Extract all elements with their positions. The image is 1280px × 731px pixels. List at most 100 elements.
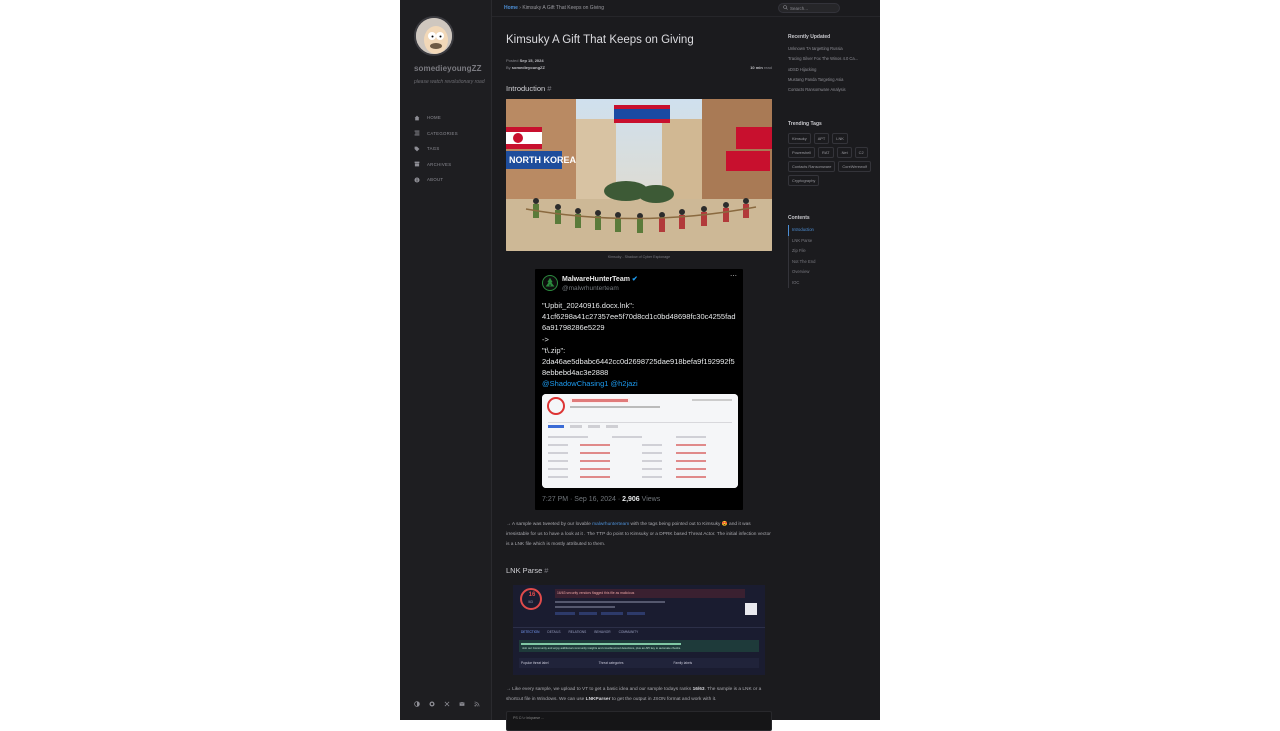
- heading-text: LNK Parse: [506, 566, 543, 575]
- section-heading-introduction: Introduction #: [506, 84, 772, 93]
- tag-chip[interactable]: Contacts Ransomware: [788, 161, 836, 172]
- breadcrumb: Home › Kimsuky A Gift That Keeps on Givi…: [504, 5, 604, 11]
- sidebar-item-home[interactable]: HOME: [412, 110, 488, 126]
- tweet-line: ->: [542, 334, 549, 344]
- more-options-icon[interactable]: ⋯: [730, 272, 737, 280]
- toc-item-overview[interactable]: Overview: [789, 267, 876, 278]
- avatar[interactable]: [414, 16, 454, 56]
- tag-chip[interactable]: C2: [854, 147, 868, 158]
- read-time-label: read: [763, 65, 772, 70]
- tab-community[interactable]: COMMUNITY: [619, 630, 639, 634]
- sidebar-item-tags[interactable]: TAGS: [412, 141, 488, 157]
- tag-chip[interactable]: Cryptography: [788, 175, 820, 186]
- anchor-link[interactable]: #: [547, 84, 551, 93]
- paragraph-text: to get the output in JSON format and wor…: [611, 697, 717, 702]
- sidebar-nav: HOME CATEGORIES TAGS ARCHIVES ABOUT: [412, 110, 488, 188]
- recent-post-link[interactable]: Contacts Ransomware Analysis: [788, 87, 876, 97]
- tag-chip[interactable]: LNK: [832, 133, 848, 144]
- toc-item-ioc[interactable]: IOC: [789, 278, 876, 289]
- vt-summary-row: Popular threat label Threat categories F…: [521, 661, 692, 665]
- email-icon[interactable]: [457, 699, 466, 708]
- vt-banner: 16/63 security vendors flagged this file…: [557, 590, 635, 595]
- tag-list: Kimsuky APT LNK Powershell RAT .Net C2 C…: [788, 133, 876, 186]
- post-content: Kimsuky A Gift That Keeps on Giving Post…: [506, 28, 772, 731]
- posted-date: Sep 15, 2024: [519, 58, 544, 63]
- tweet-attached-screenshot[interactable]: [542, 394, 738, 488]
- code-block[interactable]: PS C:\> lnkparse ...: [506, 711, 772, 731]
- posted-label: Posted: [506, 58, 519, 63]
- vt-label-categories: Threat categories: [598, 661, 624, 665]
- theme-toggle-icon[interactable]: [412, 699, 421, 708]
- rss-icon[interactable]: [472, 699, 481, 708]
- panel-heading: Recently Updated: [788, 34, 831, 40]
- recent-post-link[interactable]: Tracing Silver Fox The Winos 4.0 Ca...: [788, 56, 876, 66]
- tab-behavior[interactable]: BEHAVIOR: [594, 630, 610, 634]
- tweet-embed[interactable]: MalwareHunterTeam ✔ @malwrhunterteam ⋯ "…: [535, 269, 743, 510]
- author-line: By somedieyoungZZ: [506, 65, 545, 70]
- toc-item-not-the-end[interactable]: Not The End: [789, 257, 876, 268]
- sidebar-item-archives[interactable]: ARCHIVES: [412, 157, 488, 173]
- panel-heading: Trending Tags: [788, 121, 822, 127]
- malwrhunterteam-link[interactable]: malwrhunterteam: [592, 522, 629, 527]
- tag-chip[interactable]: CoreWerewolf: [838, 161, 871, 172]
- archive-icon: [412, 161, 422, 167]
- vt-community-note: Join our Community and enjoy additional …: [522, 646, 681, 650]
- tag-chip[interactable]: RAT: [818, 147, 834, 158]
- recent-post-link[interactable]: Unknown TA targetting Russia: [788, 46, 876, 56]
- search-placeholder: Search...: [790, 5, 809, 11]
- paragraph: → Like every sample, we upload to VT to …: [506, 685, 772, 705]
- panel-heading: Contents: [788, 215, 810, 221]
- github-icon[interactable]: [427, 699, 436, 708]
- author-link[interactable]: somedieyoungZZ: [512, 65, 545, 70]
- sidebar-footer: [412, 699, 481, 708]
- hero-image[interactable]: NORTH KOREA: [506, 99, 772, 251]
- tweet-views-count: 2,906: [622, 496, 640, 503]
- tab-relations[interactable]: RELATIONS: [568, 630, 586, 634]
- read-time-value: 10 min: [750, 65, 763, 70]
- sidebar-item-about[interactable]: ABOUT: [412, 172, 488, 188]
- toc-item-zip-file[interactable]: Zip File: [789, 246, 876, 257]
- topbar: Home › Kimsuky A Gift That Keeps on Givi…: [492, 0, 880, 17]
- toc-item-introduction[interactable]: Introduction: [788, 225, 876, 236]
- paragraph-text: → Like every sample, we upload to VT to …: [506, 687, 692, 692]
- table-of-contents: Contents Introduction LNK Parse Zip File…: [788, 215, 876, 288]
- image-caption: Kimsuky - Shadow of Cyber Espionage: [607, 255, 671, 259]
- breadcrumb-current: Kimsuky A Gift That Keeps on Giving: [522, 5, 604, 11]
- svg-text:NORTH KOREA: NORTH KOREA: [509, 155, 576, 165]
- tab-detection[interactable]: DETECTION: [521, 630, 539, 634]
- virustotal-screenshot[interactable]: 16 /63 16/63 security vendors flagged th…: [513, 585, 765, 675]
- tab-details[interactable]: DETAILS: [547, 630, 560, 634]
- tweet-avatar[interactable]: [542, 275, 558, 291]
- recently-updated-panel: Recently Updated Unknown TA targetting R…: [788, 34, 876, 97]
- tag-chip[interactable]: Kimsuky: [788, 133, 811, 144]
- toc-item-lnk-parse[interactable]: LNK Parse: [789, 236, 876, 247]
- site-title[interactable]: somedieyoungZZ: [414, 64, 482, 73]
- sidebar-item-label: ABOUT: [427, 177, 444, 183]
- tweet-handle[interactable]: @malwrhunterteam: [562, 285, 619, 292]
- tweet-views-label: Views: [641, 496, 661, 503]
- breadcrumb-home-link[interactable]: Home: [504, 5, 518, 11]
- trending-tags-panel: Trending Tags Kimsuky APT LNK Powershell…: [788, 121, 876, 186]
- tweet-mentions[interactable]: @ShadowChasing1 @h2jazi: [542, 378, 738, 389]
- tag-chip[interactable]: APT: [813, 133, 830, 144]
- tweet-line: "t\.zip":: [542, 345, 566, 355]
- tweet-line: 2da46ae5dbabc6442cc0d2698725dae918befa9f…: [542, 357, 735, 378]
- search-icon: [783, 5, 788, 11]
- tweet-timestamp[interactable]: 7:27 PM · Sep 16, 2024 ·: [542, 496, 620, 503]
- search-input[interactable]: Search...: [778, 3, 840, 13]
- recent-post-link[interactable]: Mustang Panda Targeting Asia: [788, 77, 876, 87]
- toc-list: Introduction LNK Parse Zip File Not The …: [788, 225, 876, 288]
- sidebar-item-label: CATEGORIES: [427, 130, 458, 136]
- vt-label-family: Family labels: [673, 661, 693, 665]
- vt-label-threat: Popular threat label: [521, 661, 549, 665]
- by-label: By: [506, 65, 511, 70]
- anchor-link[interactable]: #: [544, 566, 548, 575]
- tweet-line: "Upbit_20240916.docx.lnk":: [542, 301, 635, 310]
- sidebar-item-categories[interactable]: CATEGORIES: [412, 126, 488, 142]
- tag-chip[interactable]: .Net: [836, 147, 852, 158]
- tag-chip[interactable]: Powershell: [788, 147, 816, 158]
- recent-post-link[interactable]: xDSD Hijacking: [788, 67, 876, 77]
- heading-text: Introduction: [506, 84, 546, 93]
- twitter-x-icon[interactable]: [442, 699, 451, 708]
- tweet-author-name[interactable]: MalwareHunterTeam ✔: [562, 275, 638, 283]
